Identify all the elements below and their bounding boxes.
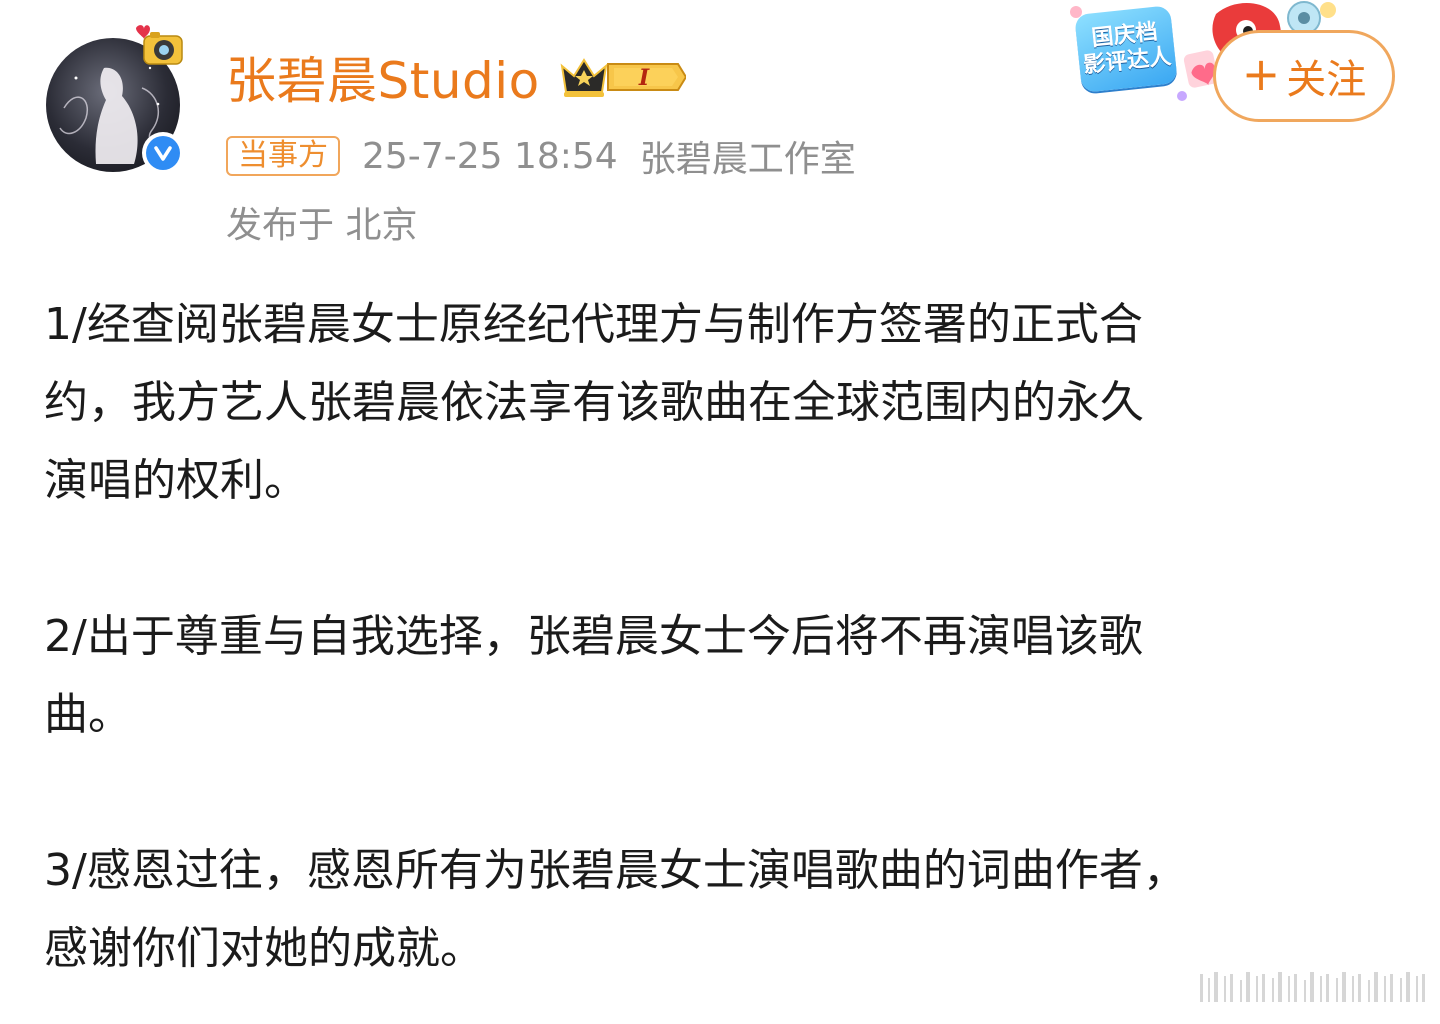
follow-button[interactable]: + 关注: [1213, 30, 1395, 122]
vip-level: I: [638, 65, 650, 91]
paragraph-line: 2/出于尊重与自我选择，张碧晨女士今后将不再演唱该歌: [44, 611, 1143, 662]
camera-sticker-icon: [136, 25, 183, 65]
watermark-icon: [1200, 972, 1425, 1002]
post-source[interactable]: 张碧晨工作室: [640, 130, 856, 182]
party-tag: 当事方: [226, 136, 340, 176]
paragraph-1: 1/经查阅张碧晨女士原经纪代理方与制作方签署的正式合 约，我方艺人张碧晨依法享有…: [44, 286, 1404, 520]
verified-badge: [142, 132, 184, 174]
paragraph-line: 1/经查阅张碧晨女士原经纪代理方与制作方签署的正式合: [44, 299, 1143, 350]
post-location: 发布于 北京: [226, 205, 418, 246]
paragraph-line: 约，我方艺人张碧晨依法享有该歌曲在全球范围内的永久: [44, 377, 1144, 428]
vip-badge[interactable]: I: [558, 52, 687, 102]
paragraph-line: 演唱的权利。: [44, 455, 308, 506]
name-row: 张碧晨Studio I: [226, 41, 687, 113]
crown-icon: I: [560, 58, 687, 97]
paragraph-2: 2/出于尊重与自我选择，张碧晨女士今后将不再演唱该歌 曲。: [44, 598, 1404, 754]
avatar-container[interactable]: [46, 25, 184, 174]
paragraph-line: 3/感恩过往，感恩所有为张碧晨女士演唱歌曲的词曲作者，: [44, 845, 1187, 896]
paragraph-line: 曲。: [44, 689, 132, 740]
weibo-post: 张碧晨Studio I 当事方 25-7-25 18:54 张碧晨工作室 发布于…: [0, 0, 1440, 1024]
post-timestamp[interactable]: 25-7-25 18:54: [362, 136, 618, 177]
follow-label: 关注: [1286, 57, 1367, 103]
user-name[interactable]: 张碧晨Studio: [226, 41, 540, 113]
verified-icon: [154, 146, 172, 161]
meta-row: 当事方 25-7-25 18:54 张碧晨工作室: [226, 134, 856, 180]
post-content: 1/经查阅张碧晨女士原经纪代理方与制作方签署的正式合 约，我方艺人张碧晨依法享有…: [44, 286, 1404, 988]
follow-plus-icon: +: [1241, 47, 1281, 101]
paragraph-3: 3/感恩过往，感恩所有为张碧晨女士演唱歌曲的词曲作者， 感谢你们对她的成就。: [44, 832, 1404, 988]
